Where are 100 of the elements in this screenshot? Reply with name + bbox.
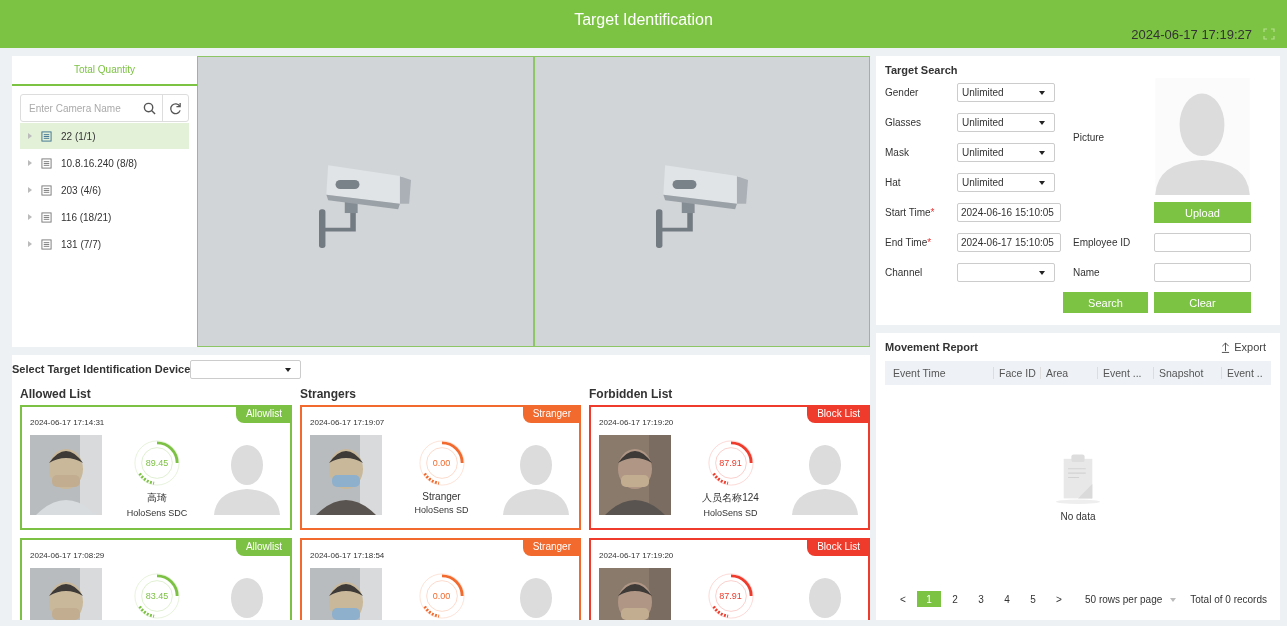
empty-message: No data bbox=[1060, 510, 1096, 522]
field-label: Start Time* bbox=[885, 207, 936, 219]
date-time: 2024-06-17 17:19:27 bbox=[1131, 27, 1252, 42]
next-page-button[interactable]: > bbox=[1047, 591, 1071, 607]
capture-time: 2024-06-17 17:19:20 bbox=[599, 418, 674, 427]
camera-tree-item[interactable]: 116 (18/21) bbox=[20, 204, 189, 230]
recognition-card[interactable]: 2024-06-17 17:14:31 Allowlist 89.45 高琦 HoloSens SDC bbox=[20, 405, 292, 530]
name-field[interactable] bbox=[1154, 263, 1251, 283]
page-button[interactable]: 5 bbox=[1021, 591, 1045, 607]
required-mark: * bbox=[927, 237, 932, 249]
person-name: 人员名称124 bbox=[702, 491, 759, 505]
target-search-title: Target Search bbox=[885, 64, 959, 76]
dropdown-arrow-icon bbox=[1039, 121, 1045, 126]
list-title: Allowed List bbox=[20, 386, 92, 403]
recognition-card[interactable]: 2024-06-17 17:08:29 Allowlist 83.45 bbox=[20, 538, 292, 620]
rows-per-page-select[interactable]: 50 rows per page bbox=[1085, 593, 1177, 605]
filter-select[interactable]: Unlimited bbox=[957, 83, 1055, 103]
score-gauge: 0.00 bbox=[417, 439, 466, 487]
dropdown-arrow-icon bbox=[1039, 181, 1045, 186]
employee-id-field[interactable] bbox=[1154, 233, 1251, 253]
upload-arrow-icon bbox=[1221, 341, 1231, 353]
score-gauge: 87.91 bbox=[706, 572, 755, 620]
device-select[interactable] bbox=[190, 359, 302, 379]
name-label: Name bbox=[1072, 267, 1101, 279]
export-button[interactable]: Export bbox=[1221, 341, 1271, 353]
filter-select[interactable]: Unlimited bbox=[957, 113, 1055, 133]
device-select-label: Select Target Identification Device bbox=[12, 363, 191, 375]
dropdown-arrow-icon bbox=[1039, 91, 1045, 96]
list-icon bbox=[41, 211, 52, 223]
required-mark: * bbox=[930, 207, 935, 219]
dropdown-arrow-icon bbox=[1039, 151, 1045, 156]
status-tag: Allowlist bbox=[235, 405, 292, 423]
camera-search-field[interactable]: Enter Camera Name bbox=[20, 94, 189, 122]
field-label: End Time* bbox=[885, 237, 933, 249]
column-header[interactable]: Event Time bbox=[885, 367, 993, 379]
capture-time: 2024-06-17 17:14:31 bbox=[30, 418, 105, 427]
filter-select[interactable]: Unlimited bbox=[957, 173, 1055, 193]
fullscreen-icon[interactable] bbox=[1263, 28, 1275, 40]
column-header[interactable]: Snapshot bbox=[1153, 367, 1221, 379]
device-name: HoloSens SD bbox=[414, 505, 469, 515]
expand-caret-icon[interactable] bbox=[28, 214, 32, 220]
filter-select[interactable] bbox=[957, 263, 1055, 283]
list-title: Strangers bbox=[300, 386, 358, 403]
camera-tree-item[interactable]: 22 (1/1) bbox=[20, 123, 189, 149]
recognition-card[interactable]: 2024-06-17 17:19:20 Block List 87.91 人员名称124 HoloSens SD bbox=[589, 405, 870, 530]
camera-tree-item[interactable]: 131 (7/7) bbox=[20, 231, 189, 257]
field-label: Glasses bbox=[885, 117, 923, 129]
expand-caret-icon[interactable] bbox=[28, 160, 32, 166]
camera-tree-item[interactable]: 203 (4/6) bbox=[20, 177, 189, 203]
record-count: Total of 0 records bbox=[1190, 593, 1267, 605]
recognition-card[interactable]: 2024-06-17 17:19:07 Stranger 0.00 Stranger HoloSens SD bbox=[300, 405, 581, 530]
device-name: HoloSens SD bbox=[703, 508, 758, 518]
date-time-field[interactable]: 2024-06-16 15:10:05 bbox=[957, 203, 1061, 223]
recognition-card[interactable]: 2024-06-17 17:18:54 Stranger 0.00 bbox=[300, 538, 581, 620]
refresh-icon[interactable] bbox=[169, 101, 182, 115]
page-title: Target Identification bbox=[574, 11, 713, 29]
person-name: 高琦 bbox=[147, 491, 167, 505]
movement-report-title: Movement Report bbox=[885, 341, 978, 353]
filter-select[interactable]: Unlimited bbox=[957, 143, 1055, 163]
camera-name-input[interactable]: Enter Camera Name bbox=[21, 101, 131, 115]
list-icon bbox=[41, 157, 52, 169]
page-button[interactable]: 3 bbox=[969, 591, 993, 607]
status-tag: Allowlist bbox=[235, 538, 292, 556]
dropdown-arrow-icon bbox=[285, 367, 292, 372]
video-pane[interactable] bbox=[533, 56, 870, 347]
capture-time: 2024-06-17 17:08:29 bbox=[30, 551, 105, 560]
score-gauge: 89.45 bbox=[133, 439, 181, 487]
status-tag: Stranger bbox=[522, 538, 581, 556]
date-time-field[interactable]: 2024-06-17 15:10:05 bbox=[957, 233, 1061, 253]
column-header[interactable]: Face ID bbox=[993, 367, 1040, 379]
camera-tree-item[interactable]: 10.8.16.240 (8/8) bbox=[20, 150, 189, 176]
page-button[interactable]: 4 bbox=[995, 591, 1019, 607]
expand-caret-icon[interactable] bbox=[28, 133, 32, 139]
field-label: Mask bbox=[885, 147, 910, 159]
field-label: Channel bbox=[885, 267, 924, 279]
column-header[interactable]: Event .. bbox=[1221, 367, 1268, 379]
status-tag: Block List bbox=[807, 538, 870, 556]
previous-page-button[interactable]: < bbox=[891, 591, 915, 607]
recognition-card[interactable]: 2024-06-17 17:19:20 Block List 87.91 bbox=[589, 538, 870, 620]
person-name: Stranger bbox=[422, 491, 461, 502]
score-gauge: 83.45 bbox=[133, 572, 181, 620]
capture-time: 2024-06-17 17:19:20 bbox=[599, 551, 674, 560]
capture-time: 2024-06-17 17:19:07 bbox=[310, 418, 385, 427]
video-pane[interactable] bbox=[197, 56, 534, 347]
list-icon bbox=[41, 238, 52, 250]
expand-caret-icon[interactable] bbox=[28, 241, 32, 247]
list-title: Forbidden List bbox=[589, 386, 674, 403]
page-button[interactable]: 2 bbox=[943, 591, 967, 607]
expand-caret-icon[interactable] bbox=[28, 187, 32, 193]
search-icon[interactable] bbox=[143, 101, 156, 115]
score-gauge: 87.91 bbox=[706, 439, 755, 487]
column-header[interactable]: Area bbox=[1040, 367, 1097, 379]
device-name: HoloSens SDC bbox=[126, 508, 188, 518]
column-header[interactable]: Event ... bbox=[1097, 367, 1153, 379]
employee-id-label: Employee ID bbox=[1072, 237, 1132, 249]
picture-label: Picture bbox=[1072, 132, 1106, 144]
list-icon bbox=[41, 130, 52, 142]
status-tag: Stranger bbox=[522, 405, 581, 423]
dropdown-arrow-icon bbox=[1039, 271, 1045, 276]
list-icon bbox=[41, 184, 52, 196]
